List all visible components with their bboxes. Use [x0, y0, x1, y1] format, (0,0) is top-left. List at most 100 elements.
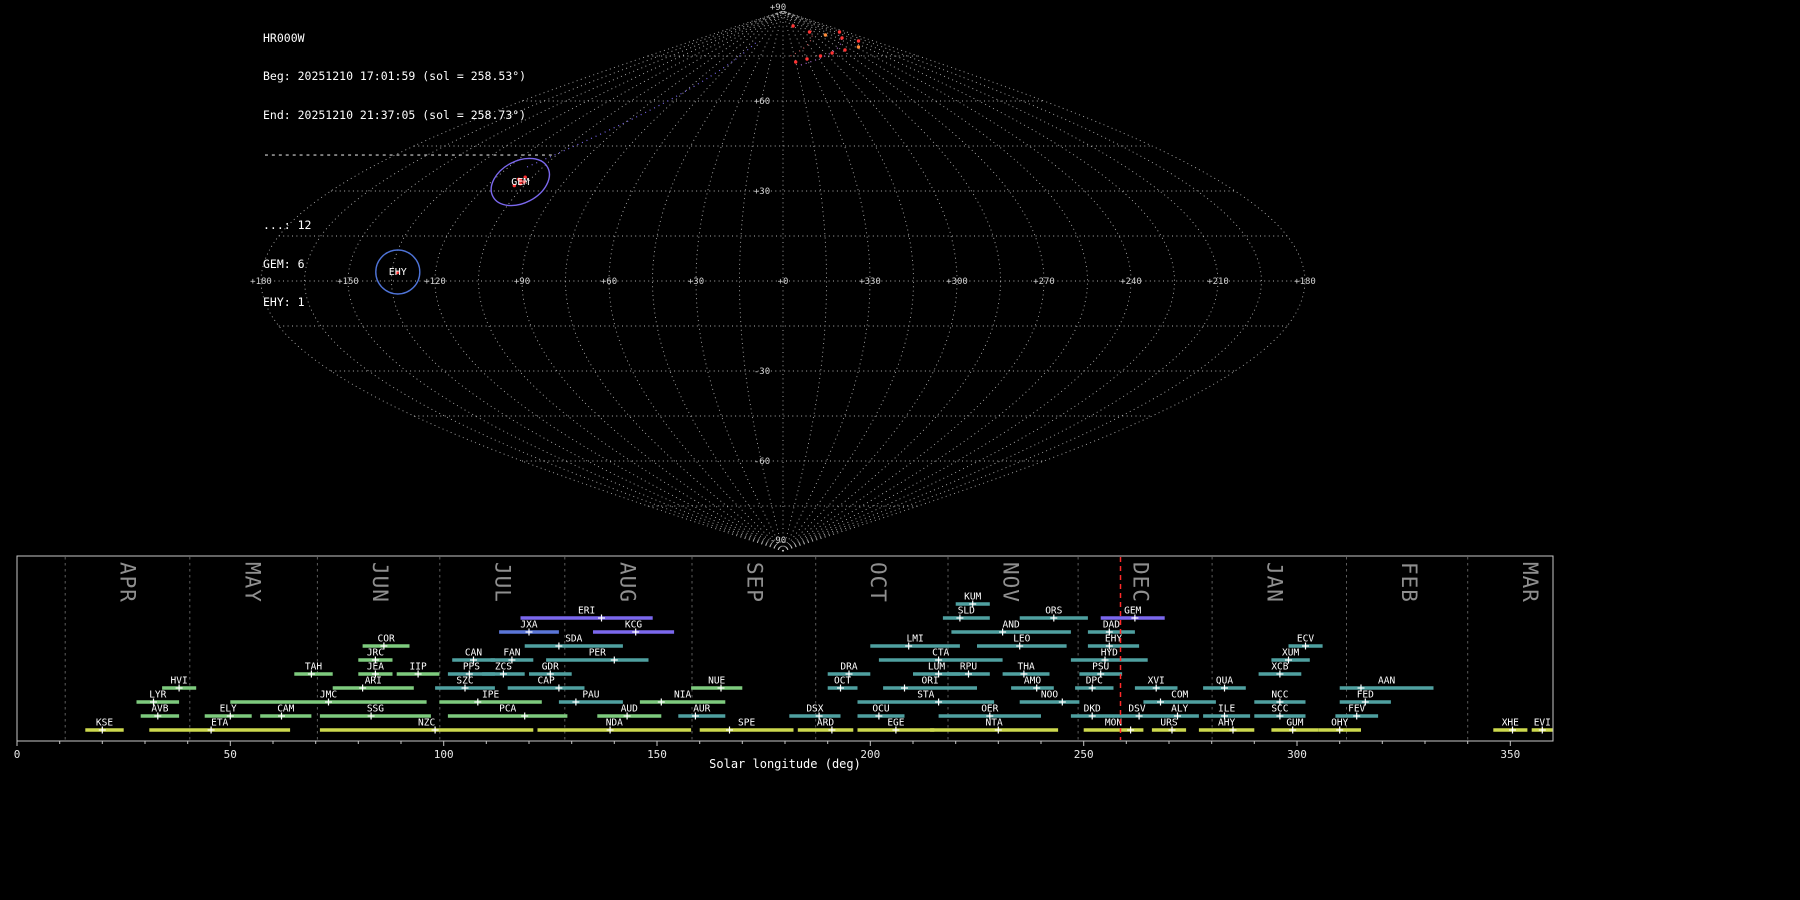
- shower-label-JMC: JMC: [320, 690, 337, 701]
- shower-label-OCU: OCU: [872, 704, 889, 715]
- shower-label-ORS: ORS: [1045, 606, 1062, 617]
- shower-label-NUE: NUE: [708, 676, 725, 687]
- sky-map-svg: GEMEHY+180 +150 +120 +90 +60 +30 +0 +330 +300 +27…: [250, 3, 1316, 552]
- shower-label-ETA: ETA: [211, 718, 228, 729]
- separator-line: ----------------------------------------…: [263, 146, 554, 161]
- month-label: MAR: [1518, 562, 1542, 603]
- lat-tick-label: -60: [754, 457, 770, 467]
- shower-label-GDR: GDR: [542, 662, 559, 673]
- begin-time-line: Beg: 20251210 17:01:59 (sol = 258.53°): [263, 69, 527, 84]
- shower-label-EGE: EGE: [887, 718, 904, 729]
- month-label: MAY: [240, 562, 264, 603]
- shower-label-SLD: SLD: [958, 606, 975, 617]
- shower-label-TAH: TAH: [305, 662, 322, 673]
- lat-tick-label: +30: [754, 187, 770, 197]
- month-label: FEB: [1397, 562, 1421, 603]
- meteor-dot: [837, 30, 842, 34]
- shower-label-NTA: NTA: [986, 718, 1003, 729]
- month-label: DEC: [1129, 562, 1153, 603]
- shower-label-GUM: GUM: [1286, 718, 1303, 729]
- shower-label-NIA: NIA: [674, 690, 691, 701]
- shower-label-XUM: XUM: [1282, 648, 1299, 659]
- lon-tick-label: +300: [946, 277, 968, 287]
- month-label: OCT: [866, 562, 890, 603]
- lon-tick-label: +0: [778, 277, 789, 287]
- shower-label-FED: FED: [1357, 690, 1374, 701]
- activity-timeline-svg: APR MAY JUN JUL AUG SEP OCT NOV DEC JAN FEB MAR KUM E…: [14, 555, 1554, 761]
- meteor-dot: [818, 54, 823, 58]
- shower-label-XVI: XVI: [1148, 676, 1165, 687]
- meteor-counts: ...: 12 GEM: 6 EHY: 1: [263, 193, 554, 335]
- shower-label-DRA: DRA: [840, 662, 857, 673]
- shower-label-AUR: AUR: [693, 704, 710, 715]
- shower-label-HYD: HYD: [1101, 648, 1118, 659]
- shower-label-DSX: DSX: [806, 704, 823, 715]
- shower-label-ORI: ORI: [922, 676, 939, 687]
- shower-label-COR: COR: [378, 634, 395, 645]
- shower-label-HVI: HVI: [171, 676, 188, 687]
- shower-label-NDA: NDA: [606, 718, 623, 729]
- month-label: AUG: [615, 562, 639, 603]
- shower-label-DAD: DAD: [1103, 620, 1120, 631]
- radiant-map-screen: HR000W Beg: 20251210 17:01:59 (sol = 258…: [0, 0, 1800, 900]
- meteor-trail: [526, 40, 759, 168]
- shower-label-EHY: EHY: [1105, 634, 1122, 645]
- shower-label-ARD: ARD: [817, 718, 834, 729]
- meteor-dot: [823, 33, 828, 37]
- shower-label-PCA: PCA: [499, 704, 516, 715]
- observation-header: HR000W Beg: 20251210 17:01:59 (sol = 258…: [263, 6, 554, 361]
- shower-label-EVI: EVI: [1534, 718, 1551, 729]
- shower-label-SPE: SPE: [738, 718, 755, 729]
- month-label: JUN: [368, 562, 392, 603]
- station-code: HR000W: [263, 30, 305, 45]
- count-gem: GEM: 6: [263, 256, 305, 271]
- lon-tick-label: +210: [1207, 277, 1229, 287]
- meteor-dot: [856, 39, 861, 43]
- shower-label-CAN: CAN: [465, 648, 482, 659]
- shower-label-RPU: RPU: [960, 662, 977, 673]
- shower-label-AVB: AVB: [151, 704, 168, 715]
- shower-label-ECV: ECV: [1297, 634, 1314, 645]
- shower-label-PPS: PPS: [463, 662, 480, 673]
- shower-label-URS: URS: [1160, 718, 1177, 729]
- shower-label-XHE: XHE: [1502, 718, 1519, 729]
- shower-label-JRC: JRC: [367, 648, 384, 659]
- shower-label-JXA: JXA: [520, 620, 537, 631]
- shower-label-IPE: IPE: [482, 690, 499, 701]
- shower-label-KCG: KCG: [625, 620, 642, 631]
- shower-label-ILE: ILE: [1218, 704, 1235, 715]
- shower-label-SSG: SSG: [367, 704, 384, 715]
- shower-label-ALY: ALY: [1171, 704, 1188, 715]
- lon-tick-label: +180: [1294, 277, 1316, 287]
- shower-label-ZCS: ZCS: [495, 662, 512, 673]
- shower-label-THA: THA: [1018, 662, 1035, 673]
- shower-label-CAP: CAP: [538, 676, 555, 687]
- lat-tick-label: +90: [770, 3, 786, 13]
- shower-label-AND: AND: [1003, 620, 1020, 631]
- month-label: SEP: [743, 562, 767, 603]
- shower-label-MON: MON: [1105, 718, 1122, 729]
- lon-tick-label: +330: [859, 277, 881, 287]
- shower-label-AMO: AMO: [1024, 676, 1041, 687]
- end-time-line: End: 20251210 21:37:05 (sol = 258.73°): [263, 108, 527, 122]
- shower-label-PSU: PSU: [1092, 662, 1109, 673]
- shower-label-PER: PER: [589, 648, 606, 659]
- shower-label-SZC: SZC: [456, 676, 473, 687]
- shower-label-ELY: ELY: [220, 704, 237, 715]
- shower-label-LMI: LMI: [907, 634, 924, 645]
- shower-label-FEV: FEV: [1348, 704, 1365, 715]
- meteor-dot: [830, 51, 834, 55]
- month-label: JAN: [1263, 562, 1287, 603]
- shower-label-PAU: PAU: [582, 690, 599, 701]
- shower-label-GEM: GEM: [1124, 606, 1141, 617]
- shower-label-XCB: XCB: [1271, 662, 1288, 673]
- meteor-dot: [840, 36, 844, 40]
- shower-label-KUM: KUM: [964, 592, 981, 603]
- shower-label-OHY: OHY: [1331, 718, 1348, 729]
- meteor-dot: [856, 45, 861, 49]
- shower-label-ERI: ERI: [578, 606, 595, 617]
- shower-label-OER: OER: [981, 704, 998, 715]
- x-axis-title: Solar longitude (deg): [709, 757, 861, 771]
- shower-label-QUA: QUA: [1216, 676, 1233, 687]
- shower-label-AUD: AUD: [621, 704, 638, 715]
